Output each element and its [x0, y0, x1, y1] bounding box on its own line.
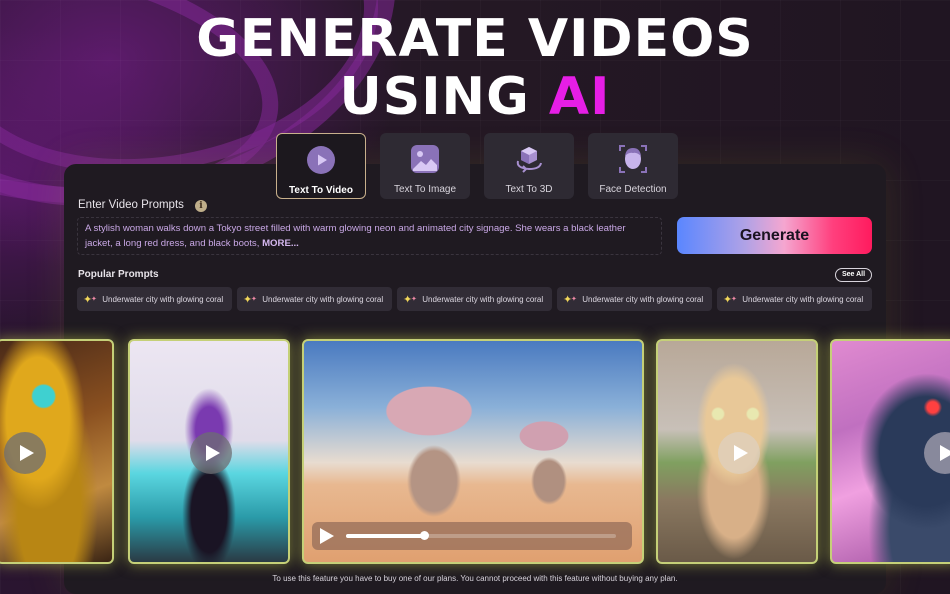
hero-line-1: GENERATE VIDEOS: [196, 9, 754, 69]
tab-label: Text To Image: [393, 184, 457, 195]
tab-text-to-3d[interactable]: Text To 3D: [484, 133, 574, 199]
play-icon: [939, 445, 950, 461]
prompt-input[interactable]: A stylish woman walks down a Tokyo stree…: [77, 217, 662, 255]
sparkle-icon: ✦ ✦: [243, 293, 257, 306]
hero-title: GENERATE VIDEOS USING AI: [0, 10, 950, 126]
video-player-controls: [312, 522, 632, 550]
chip-label: Underwater city with glowing coral: [102, 294, 224, 304]
hero-highlight-ai: AI: [548, 67, 611, 127]
progress-handle[interactable]: [420, 531, 430, 540]
play-button[interactable]: [4, 432, 46, 474]
tab-label: Face Detection: [599, 184, 667, 195]
play-circle-icon: [305, 144, 337, 176]
hero-line-2: USING AI: [0, 68, 950, 126]
popular-prompts-label: Popular Prompts: [78, 269, 159, 280]
play-button[interactable]: [718, 432, 760, 474]
see-all-button[interactable]: See All: [835, 268, 872, 282]
more-link[interactable]: MORE...: [262, 238, 299, 249]
prompt-chip[interactable]: ✦ ✦ Underwater city with glowing coral: [557, 287, 712, 311]
play-icon: [733, 445, 748, 461]
video-card-kitten[interactable]: [656, 339, 818, 564]
video-card-dancer[interactable]: [128, 339, 290, 564]
prompt-chip[interactable]: ✦ ✦ Underwater city with glowing coral: [237, 287, 392, 311]
info-icon[interactable]: i: [195, 200, 207, 212]
chip-label: Underwater city with glowing coral: [422, 294, 544, 304]
generate-button[interactable]: Generate: [677, 217, 872, 254]
prompt-label: Enter Video Prompts: [78, 199, 184, 211]
progress-track[interactable]: [346, 531, 616, 540]
plan-disclaimer: To use this feature you have to buy one …: [272, 574, 678, 583]
image-icon: [409, 143, 441, 175]
chip-label: Underwater city with glowing coral: [582, 294, 704, 304]
cube-rotate-icon: [513, 143, 545, 175]
play-icon: [19, 445, 34, 461]
sparkle-icon: ✦ ✦: [403, 293, 417, 306]
play-icon[interactable]: [320, 528, 334, 544]
prompt-chip[interactable]: ✦ ✦ Underwater city with glowing coral: [717, 287, 872, 311]
chip-label: Underwater city with glowing coral: [262, 294, 384, 304]
tab-face-detection[interactable]: Face Detection: [588, 133, 678, 199]
progress-fill: [346, 534, 425, 538]
chip-label: Underwater city with glowing coral: [742, 294, 864, 304]
face-scan-icon: [617, 143, 649, 175]
play-button[interactable]: [924, 432, 950, 474]
sparkle-icon: ✦ ✦: [83, 293, 97, 306]
sparkle-icon: ✦ ✦: [563, 293, 577, 306]
prompt-text: A stylish woman walks down a Tokyo stree…: [85, 223, 626, 249]
video-card-desert-aliens[interactable]: [302, 339, 644, 564]
tab-text-to-video[interactable]: Text To Video: [276, 133, 366, 199]
hero-line-2-prefix: USING: [339, 67, 530, 127]
play-icon: [205, 445, 220, 461]
prompt-chip[interactable]: ✦ ✦ Underwater city with glowing coral: [397, 287, 552, 311]
video-card-dragon[interactable]: [830, 339, 950, 564]
sparkle-icon: ✦ ✦: [723, 293, 737, 306]
tab-label: Text To Video: [289, 185, 353, 196]
video-gallery: [0, 339, 950, 564]
play-button[interactable]: [190, 432, 232, 474]
video-card-robot-bee[interactable]: [0, 339, 114, 564]
tab-text-to-image[interactable]: Text To Image: [380, 133, 470, 199]
tab-label: Text To 3D: [505, 184, 553, 195]
popular-prompts-list: ✦ ✦ Underwater city with glowing coral ✦ ✦ U…: [77, 287, 872, 311]
prompt-chip[interactable]: ✦ ✦ Underwater city with glowing coral: [77, 287, 232, 311]
mode-tabs: Text To Video Text To Image Text To 3D F…: [276, 133, 678, 199]
